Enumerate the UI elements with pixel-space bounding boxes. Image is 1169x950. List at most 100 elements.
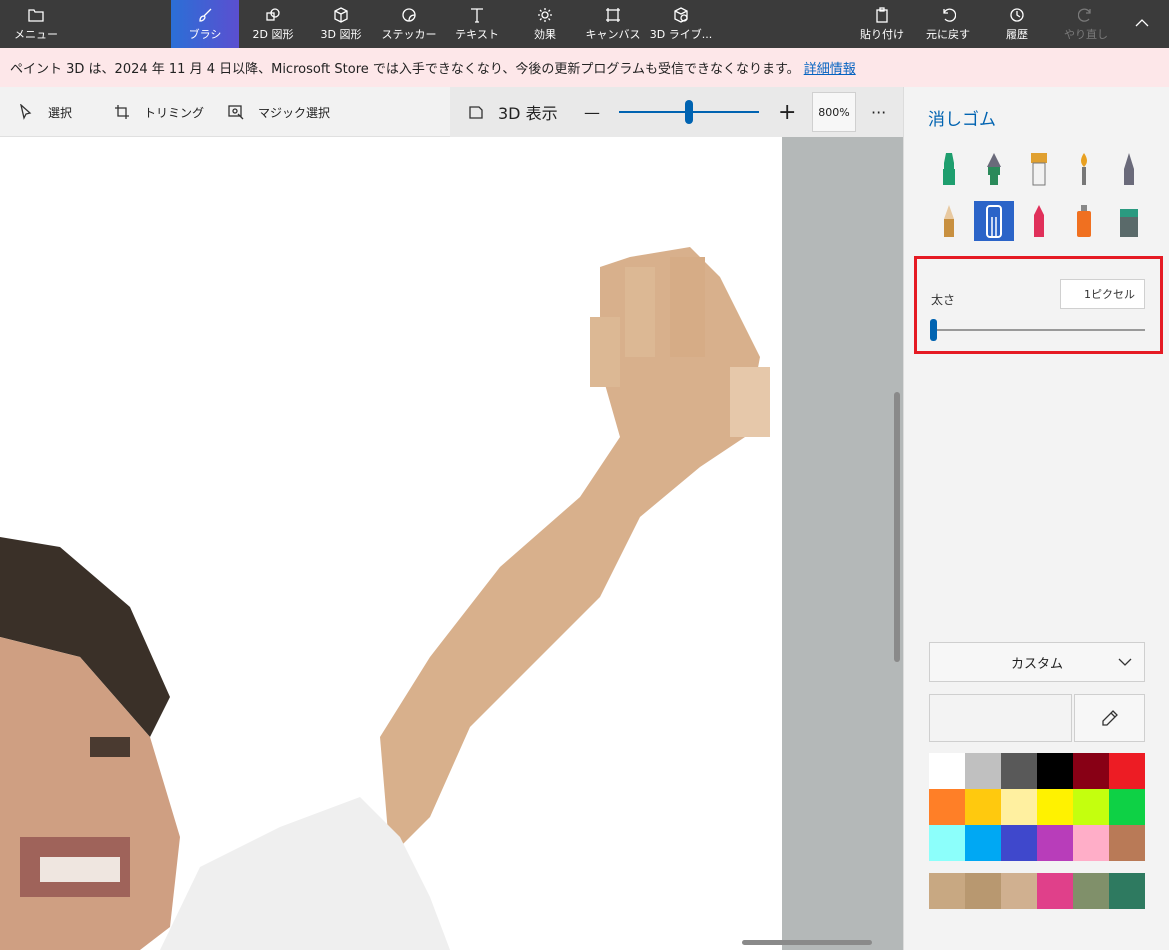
color-swatch[interactable] <box>929 789 965 825</box>
recent-color-swatch[interactable] <box>1001 873 1037 909</box>
crop-icon <box>115 105 129 119</box>
oil-brush-button[interactable] <box>1019 149 1059 189</box>
chevron-up-icon <box>1133 14 1151 32</box>
recent-color-swatch[interactable] <box>965 873 1001 909</box>
color-swatch[interactable] <box>1109 753 1145 789</box>
zoom-out-button[interactable]: — <box>584 87 600 137</box>
thickness-label: 太さ <box>931 293 956 307</box>
oil-brush-icon <box>1031 153 1047 186</box>
pencil-icon <box>944 205 954 237</box>
crayon-icon <box>1034 205 1044 237</box>
text-icon <box>468 6 486 24</box>
pixel-pen-brush-button[interactable] <box>1109 149 1149 189</box>
more-options-button[interactable]: ··· <box>871 87 886 137</box>
eyedropper-icon <box>1101 710 1118 726</box>
horizontal-scrollbar[interactable] <box>742 940 872 945</box>
tab-2d-shapes[interactable]: 2D 図形 <box>239 0 307 48</box>
collapse-toolbar-button[interactable] <box>1124 0 1160 48</box>
fill-bucket-icon <box>1120 209 1138 237</box>
magic-select-button[interactable]: マジック選択 <box>228 87 330 137</box>
redo-icon <box>1077 6 1095 24</box>
color-swatch[interactable] <box>1073 753 1109 789</box>
color-swatch[interactable] <box>1073 825 1109 861</box>
tab-brushes[interactable]: ブラシ <box>171 0 239 48</box>
notice-text: ペイント 3D は、2024 年 11 月 4 日以降、Microsoft St… <box>10 62 800 77</box>
zoom-value[interactable]: 800% <box>812 92 856 132</box>
color-swatch[interactable] <box>929 825 965 861</box>
top-toolbar: メニュー ブラシ 2D 図形 3D 図形 ステッカー テキスト 効果 キャンバス… <box>0 0 1169 48</box>
history-button[interactable]: 履歴 <box>987 0 1047 48</box>
thickness-slider-thumb[interactable] <box>930 319 937 341</box>
color-palette <box>929 753 1145 861</box>
watercolor-brush-button[interactable] <box>1064 149 1104 189</box>
tab-3d-library[interactable]: 3D ライブ... <box>647 0 715 48</box>
color-swatch[interactable] <box>929 753 965 789</box>
thickness-settings: 太さ 1ピクセル <box>914 256 1163 354</box>
brush-panel: 消しゴム 太さ 1ピクセル カスタム <box>903 87 1169 950</box>
select-button[interactable]: 選択 <box>18 87 72 137</box>
tab-effects[interactable]: 効果 <box>511 0 579 48</box>
tab-text[interactable]: テキスト <box>443 0 511 48</box>
color-swatch[interactable] <box>965 789 1001 825</box>
redo-button[interactable]: やり直し <box>1056 0 1116 48</box>
color-swatch[interactable] <box>1001 789 1037 825</box>
recent-color-swatch[interactable] <box>1109 873 1145 909</box>
brush-icon <box>196 6 214 24</box>
history-icon <box>1008 6 1026 24</box>
current-color-preview[interactable] <box>929 694 1072 742</box>
3d-view-icon <box>469 106 483 119</box>
calligraphy-pen-icon <box>987 153 1001 185</box>
color-swatch[interactable] <box>965 753 1001 789</box>
zoom-in-button[interactable]: + <box>778 87 796 137</box>
tab-canvas[interactable]: キャンバス <box>579 0 647 48</box>
spray-can-brush-button[interactable] <box>1064 201 1104 241</box>
zoom-slider-thumb[interactable] <box>685 100 693 124</box>
vertical-scrollbar[interactable] <box>894 392 900 662</box>
eraser-brush-button[interactable] <box>974 201 1014 241</box>
recent-color-swatch[interactable] <box>1037 873 1073 909</box>
fill-bucket-brush-button[interactable] <box>1109 201 1149 241</box>
marker-icon <box>943 153 955 185</box>
crayon-brush-button[interactable] <box>1019 201 1059 241</box>
crop-button[interactable]: トリミング <box>114 87 204 137</box>
eyedropper-button[interactable] <box>1074 694 1145 742</box>
calligraphy-pen-brush-button[interactable] <box>974 149 1014 189</box>
thickness-input[interactable]: 1ピクセル <box>1060 279 1145 309</box>
tab-stickers[interactable]: ステッカー <box>375 0 443 48</box>
color-swatch[interactable] <box>1001 753 1037 789</box>
recent-color-swatch[interactable] <box>1073 873 1109 909</box>
color-swatch[interactable] <box>1037 789 1073 825</box>
canvas-area[interactable] <box>0 137 903 950</box>
drawing-canvas[interactable] <box>0 137 782 950</box>
color-swatch[interactable] <box>1109 789 1145 825</box>
2d-shapes-icon <box>264 6 282 24</box>
recent-color-swatch[interactable] <box>929 873 965 909</box>
3d-shapes-icon <box>332 6 350 24</box>
eraser-icon <box>986 205 1002 238</box>
menu-button[interactable]: メニュー <box>8 0 64 48</box>
panel-title: 消しゴム <box>928 110 996 130</box>
undo-button[interactable]: 元に戻す <box>918 0 978 48</box>
3d-view-button[interactable]: 3D 表示 <box>468 87 558 137</box>
recent-colors <box>929 873 1145 909</box>
marker-brush-button[interactable] <box>929 149 969 189</box>
color-swatch[interactable] <box>1037 825 1073 861</box>
pencil-brush-button[interactable] <box>929 201 969 241</box>
color-swatch[interactable] <box>965 825 1001 861</box>
color-swatch[interactable] <box>1001 825 1037 861</box>
paste-button[interactable]: 貼り付け <box>852 0 912 48</box>
color-swatch[interactable] <box>1109 825 1145 861</box>
tab-3d-shapes[interactable]: 3D 図形 <box>307 0 375 48</box>
cursor-icon <box>20 104 32 120</box>
pixel-pen-icon <box>1124 153 1134 185</box>
chevron-down-icon <box>1118 658 1132 666</box>
color-swatch[interactable] <box>1073 789 1109 825</box>
magic-select-icon <box>228 105 244 120</box>
undo-icon <box>939 6 957 24</box>
thickness-slider-track[interactable] <box>933 329 1145 331</box>
notice-details-link[interactable]: 詳細情報 <box>804 58 856 77</box>
color-swatch[interactable] <box>1037 753 1073 789</box>
spray-can-icon <box>1077 205 1091 237</box>
watercolor-brush-icon <box>1081 153 1087 185</box>
color-mode-dropdown[interactable]: カスタム <box>929 642 1145 682</box>
